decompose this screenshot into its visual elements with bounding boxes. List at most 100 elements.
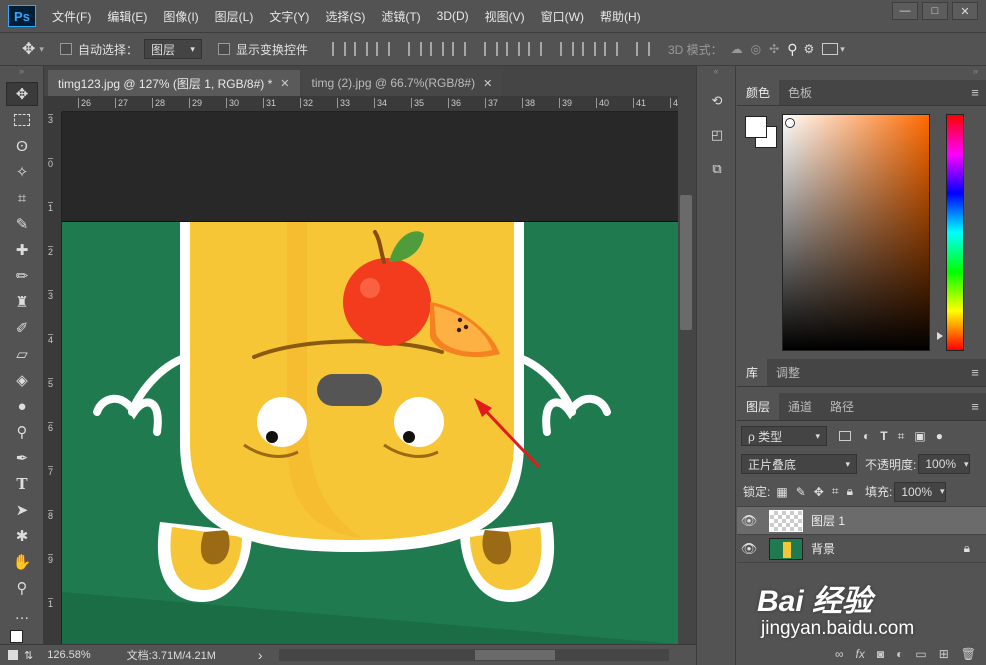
tab-paths[interactable]: 路径: [821, 393, 863, 420]
hand-tool-icon[interactable]: ✋: [6, 550, 38, 574]
align-left-icon[interactable]: [407, 42, 422, 56]
distribute-vcenter-icon[interactable]: [505, 42, 520, 56]
menu-image[interactable]: 图像(I): [163, 8, 198, 25]
color-picker-field[interactable]: [782, 114, 930, 351]
align-vcenter-icon[interactable]: [353, 42, 368, 56]
path-select-icon[interactable]: ➤: [6, 498, 38, 522]
blur-tool-icon[interactable]: ●: [6, 394, 38, 418]
blend-mode-dropdown[interactable]: 正片叠底 ▾: [741, 454, 857, 474]
3d-panel-icon[interactable]: ◰: [703, 122, 731, 148]
panel-menu-icon[interactable]: ≡: [964, 359, 986, 386]
align-hcenter-icon[interactable]: [429, 42, 444, 56]
auto-align-icon[interactable]: [635, 42, 650, 56]
close-window-button[interactable]: ✕: [952, 2, 978, 20]
more-tools-icon[interactable]: …: [6, 602, 38, 626]
settings-icon[interactable]: ⚙: [803, 42, 814, 56]
panel-menu-icon[interactable]: ≡: [964, 393, 986, 420]
lock-transparent-icon[interactable]: ▦: [776, 485, 787, 499]
lock-artboard-icon[interactable]: ⌗: [832, 484, 839, 499]
link-layers-icon[interactable]: ∞: [835, 647, 844, 661]
align-right-icon[interactable]: [451, 42, 466, 56]
auto-select-target-dropdown[interactable]: 图层 ▾: [143, 39, 202, 59]
tab-color[interactable]: 颜色: [737, 80, 780, 105]
workspace-dropdown-icon[interactable]: ▾: [840, 44, 845, 55]
magic-wand-icon[interactable]: ✧: [6, 160, 38, 184]
marquee-tool-icon[interactable]: [6, 108, 38, 132]
type-tool-icon[interactable]: T: [6, 472, 38, 496]
lasso-tool-icon[interactable]: ʘ: [6, 134, 38, 158]
fill-input[interactable]: 100% ▾: [894, 481, 947, 502]
zoom-level[interactable]: 126.58%: [47, 649, 90, 661]
menu-help[interactable]: 帮助(H): [600, 8, 641, 25]
lock-all-icon[interactable]: 🔒︎: [847, 484, 853, 499]
tab-layers[interactable]: 图层: [737, 393, 780, 420]
close-icon[interactable]: ✕: [280, 77, 289, 90]
maximize-button[interactable]: □: [922, 2, 948, 20]
properties-panel-icon[interactable]: ⧉: [703, 156, 731, 182]
vertical-ruler[interactable]: 3 0 1 2 3 4 5 6 7 8 9 1: [44, 112, 62, 644]
add-mask-icon[interactable]: ◙: [877, 647, 884, 661]
layer-name[interactable]: 背景: [811, 540, 835, 557]
roll-3d-icon[interactable]: ◎: [751, 42, 761, 56]
pan-3d-icon[interactable]: ✣: [769, 42, 779, 56]
tab-adjustments[interactable]: 调整: [767, 359, 809, 386]
move-tool-icon[interactable]: ✥: [22, 39, 35, 59]
layer-row-background[interactable]: 👁︎ 背景 🔒︎: [737, 535, 986, 563]
document-canvas[interactable]: [62, 112, 678, 644]
horizontal-scrollbar-thumb[interactable]: [474, 650, 555, 660]
panel-menu-icon[interactable]: ≡: [964, 80, 986, 105]
layer-row-layer1[interactable]: 👁︎ 图层 1: [737, 507, 986, 535]
lock-position-icon[interactable]: ✥: [814, 485, 824, 499]
new-layer-icon[interactable]: ⊞: [939, 647, 949, 661]
menu-filter[interactable]: 滤镜(T): [381, 8, 420, 25]
menu-type[interactable]: 文字(Y): [269, 8, 309, 25]
show-transform-checkbox[interactable]: [217, 43, 230, 55]
delete-layer-icon[interactable]: 🗑︎: [961, 647, 976, 661]
visibility-eye-icon[interactable]: 👁︎: [737, 513, 761, 529]
clone-stamp-icon[interactable]: ♜: [6, 290, 38, 314]
lock-pixels-icon[interactable]: ✎: [796, 485, 806, 499]
horizontal-scrollbar[interactable]: [278, 649, 669, 661]
menu-window[interactable]: 窗口(W): [541, 8, 584, 25]
menu-select[interactable]: 选择(S): [325, 8, 365, 25]
pen-tool-icon[interactable]: ✒: [6, 446, 38, 470]
align-bottom-icon[interactable]: [375, 42, 390, 56]
horizontal-ruler[interactable]: 26 27 28 29 30 31 32 33 34 35 36 37 38 39 40 41 42: [62, 96, 678, 112]
minimize-button[interactable]: —: [892, 2, 918, 20]
search-icon[interactable]: ⚲: [787, 41, 797, 58]
ruler-corner[interactable]: [44, 96, 62, 112]
eraser-icon[interactable]: ▱: [6, 342, 38, 366]
filter-type-icon[interactable]: T: [880, 429, 887, 443]
auto-select-checkbox[interactable]: [59, 43, 72, 55]
distribute-bottom-icon[interactable]: [527, 42, 542, 56]
history-panel-icon[interactable]: ⟲: [703, 88, 731, 114]
new-group-icon[interactable]: ▭: [915, 647, 926, 661]
workspace-icon[interactable]: [822, 43, 839, 55]
menu-3d[interactable]: 3D(D): [437, 9, 469, 23]
visibility-eye-icon[interactable]: 👁︎: [737, 541, 761, 557]
crop-tool-icon[interactable]: ⌗: [6, 186, 38, 210]
distribute-hcenter-icon[interactable]: [581, 42, 596, 56]
filter-adjustment-icon[interactable]: ◐: [863, 429, 870, 443]
filter-smart-icon[interactable]: ▣: [914, 429, 925, 443]
vertical-scrollbar[interactable]: [678, 96, 696, 644]
move-tool-icon[interactable]: ✥: [6, 82, 38, 106]
menu-file[interactable]: 文件(F): [52, 8, 91, 25]
filter-toggle-icon[interactable]: ●: [936, 429, 943, 443]
tab-swatches[interactable]: 色板: [779, 80, 821, 105]
distribute-right-icon[interactable]: [603, 42, 618, 56]
layer-filter-dropdown[interactable]: ρ 类型 ▾: [741, 426, 827, 446]
zoom-tool-icon[interactable]: ⚲: [6, 576, 38, 600]
close-icon[interactable]: ✕: [483, 77, 492, 90]
tab-libraries[interactable]: 库: [737, 359, 768, 386]
align-top-icon[interactable]: [331, 42, 346, 56]
tab-channels[interactable]: 通道: [779, 393, 821, 420]
foreground-color-swatch[interactable]: [745, 116, 767, 138]
orbit-3d-icon[interactable]: ☁: [731, 42, 743, 56]
healing-brush-icon[interactable]: ✚: [6, 238, 38, 262]
distribute-left-icon[interactable]: [559, 42, 574, 56]
paint-bucket-icon[interactable]: ◈: [6, 368, 38, 392]
history-brush-icon[interactable]: ✐: [6, 316, 38, 340]
status-menu-arrow[interactable]: ›: [258, 647, 263, 663]
menu-view[interactable]: 视图(V): [485, 8, 525, 25]
